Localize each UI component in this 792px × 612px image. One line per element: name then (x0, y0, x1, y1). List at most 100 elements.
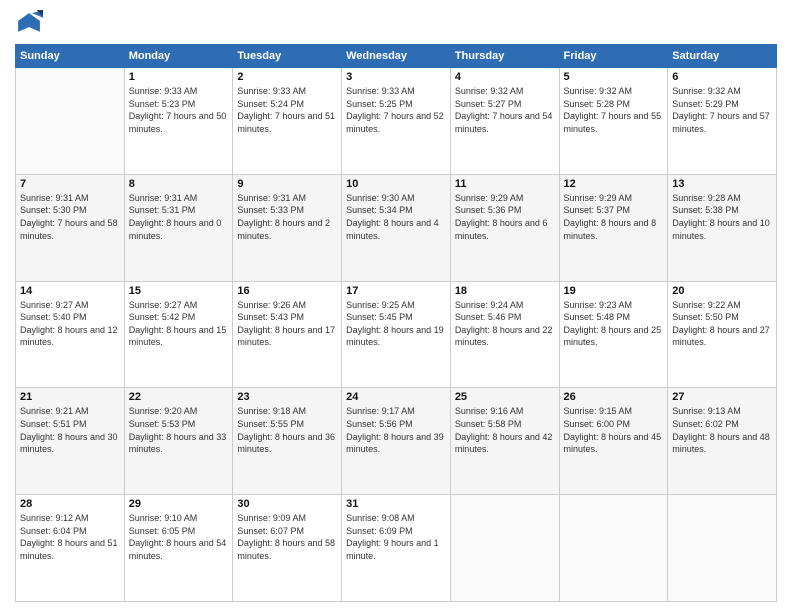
calendar-cell: 18 Sunrise: 9:24 AMSunset: 5:46 PMDayligh… (450, 281, 559, 388)
calendar-cell: 2Sunrise: 9:33 AMSunset: 5:24 PMDaylight… (233, 68, 342, 175)
day-number: 27 (672, 391, 772, 403)
logo (15, 10, 47, 38)
calendar-cell: 14 Sunrise: 9:27 AMSunset: 5:40 PMDayligh… (16, 281, 125, 388)
day-info: Sunrise: 9:12 AMSunset: 6:04 PMDaylight:… (20, 512, 120, 562)
day-number: 8 (129, 178, 229, 190)
day-number: 5 (564, 71, 664, 83)
day-number: 4 (455, 71, 555, 83)
generalblue-logo-icon (15, 10, 43, 38)
calendar-cell: 23 Sunrise: 9:18 AMSunset: 5:55 PMDayligh… (233, 388, 342, 495)
calendar-cell (559, 495, 668, 602)
calendar-cell: 19 Sunrise: 9:23 AMSunset: 5:48 PMDayligh… (559, 281, 668, 388)
day-info: Sunrise: 9:27 AMSunset: 5:42 PMDaylight:… (129, 299, 229, 349)
calendar-cell: 21Sunrise: 9:21 AMSunset: 5:51 PMDayligh… (16, 388, 125, 495)
day-info: Sunrise: 9:31 AMSunset: 5:30 PMDaylight:… (20, 192, 120, 242)
day-number: 24 (346, 391, 446, 403)
day-info: Sunrise: 9:27 AMSunset: 5:40 PMDaylight:… (20, 299, 120, 349)
calendar-cell (450, 495, 559, 602)
calendar-cell: 22Sunrise: 9:20 AMSunset: 5:53 PMDayligh… (124, 388, 233, 495)
day-number: 21 (20, 391, 120, 403)
day-number: 25 (455, 391, 555, 403)
day-info: Sunrise: 9:29 AMSunset: 5:37 PMDaylight:… (564, 192, 664, 242)
day-number: 13 (672, 178, 772, 190)
calendar-cell: 12 Sunrise: 9:29 AMSunset: 5:37 PMDayligh… (559, 174, 668, 281)
week-row-4: 21Sunrise: 9:21 AMSunset: 5:51 PMDayligh… (16, 388, 777, 495)
col-header-sunday: Sunday (16, 45, 125, 68)
week-row-2: 7 Sunrise: 9:31 AMSunset: 5:30 PMDaylight… (16, 174, 777, 281)
day-info: Sunrise: 9:09 AMSunset: 6:07 PMDaylight:… (237, 512, 337, 562)
calendar-cell: 13 Sunrise: 9:28 AMSunset: 5:38 PMDayligh… (668, 174, 777, 281)
day-info: Sunrise: 9:24 AMSunset: 5:46 PMDaylight:… (455, 299, 555, 349)
calendar-cell: 15 Sunrise: 9:27 AMSunset: 5:42 PMDayligh… (124, 281, 233, 388)
day-info: Sunrise: 9:18 AMSunset: 5:55 PMDaylight:… (237, 405, 337, 455)
calendar-cell: 10Sunrise: 9:30 AMSunset: 5:34 PMDayligh… (342, 174, 451, 281)
col-header-monday: Monday (124, 45, 233, 68)
header (15, 10, 777, 38)
page: SundayMondayTuesdayWednesdayThursdayFrid… (0, 0, 792, 612)
day-number: 14 (20, 285, 120, 297)
calendar-cell: 1 Sunrise: 9:33 AMSunset: 5:23 PMDaylight… (124, 68, 233, 175)
header-row: SundayMondayTuesdayWednesdayThursdayFrid… (16, 45, 777, 68)
day-info: Sunrise: 9:32 AMSunset: 5:29 PMDaylight:… (672, 85, 772, 135)
day-info: Sunrise: 9:29 AMSunset: 5:36 PMDaylight:… (455, 192, 555, 242)
day-number: 30 (237, 498, 337, 510)
calendar-cell: 16 Sunrise: 9:26 AMSunset: 5:43 PMDayligh… (233, 281, 342, 388)
day-number: 26 (564, 391, 664, 403)
day-number: 22 (129, 391, 229, 403)
day-number: 1 (129, 71, 229, 83)
calendar-cell: 26 Sunrise: 9:15 AMSunset: 6:00 PMDayligh… (559, 388, 668, 495)
calendar-cell: 24 Sunrise: 9:17 AMSunset: 5:56 PMDayligh… (342, 388, 451, 495)
calendar-cell: 27Sunrise: 9:13 AMSunset: 6:02 PMDayligh… (668, 388, 777, 495)
calendar-cell: 8 Sunrise: 9:31 AMSunset: 5:31 PMDaylight… (124, 174, 233, 281)
calendar-cell: 28 Sunrise: 9:12 AMSunset: 6:04 PMDayligh… (16, 495, 125, 602)
calendar-cell (16, 68, 125, 175)
week-row-1: 1 Sunrise: 9:33 AMSunset: 5:23 PMDaylight… (16, 68, 777, 175)
col-header-tuesday: Tuesday (233, 45, 342, 68)
calendar-cell (668, 495, 777, 602)
calendar-cell: 25 Sunrise: 9:16 AMSunset: 5:58 PMDayligh… (450, 388, 559, 495)
calendar-cell: 4 Sunrise: 9:32 AMSunset: 5:27 PMDaylight… (450, 68, 559, 175)
day-info: Sunrise: 9:28 AMSunset: 5:38 PMDaylight:… (672, 192, 772, 242)
day-number: 31 (346, 498, 446, 510)
day-info: Sunrise: 9:22 AMSunset: 5:50 PMDaylight:… (672, 299, 772, 349)
col-header-wednesday: Wednesday (342, 45, 451, 68)
col-header-thursday: Thursday (450, 45, 559, 68)
day-number: 18 (455, 285, 555, 297)
calendar-cell: 20Sunrise: 9:22 AMSunset: 5:50 PMDayligh… (668, 281, 777, 388)
day-number: 6 (672, 71, 772, 83)
day-info: Sunrise: 9:10 AMSunset: 6:05 PMDaylight:… (129, 512, 229, 562)
day-number: 23 (237, 391, 337, 403)
day-number: 29 (129, 498, 229, 510)
day-info: Sunrise: 9:33 AMSunset: 5:23 PMDaylight:… (129, 85, 229, 135)
week-row-3: 14 Sunrise: 9:27 AMSunset: 5:40 PMDayligh… (16, 281, 777, 388)
day-info: Sunrise: 9:31 AMSunset: 5:31 PMDaylight:… (129, 192, 229, 242)
day-number: 15 (129, 285, 229, 297)
day-info: Sunrise: 9:16 AMSunset: 5:58 PMDaylight:… (455, 405, 555, 455)
day-number: 28 (20, 498, 120, 510)
day-info: Sunrise: 9:32 AMSunset: 5:27 PMDaylight:… (455, 85, 555, 135)
day-info: Sunrise: 9:17 AMSunset: 5:56 PMDaylight:… (346, 405, 446, 455)
day-number: 19 (564, 285, 664, 297)
col-header-saturday: Saturday (668, 45, 777, 68)
col-header-friday: Friday (559, 45, 668, 68)
day-number: 16 (237, 285, 337, 297)
day-info: Sunrise: 9:26 AMSunset: 5:43 PMDaylight:… (237, 299, 337, 349)
day-info: Sunrise: 9:30 AMSunset: 5:34 PMDaylight:… (346, 192, 446, 242)
day-number: 11 (455, 178, 555, 190)
calendar-cell: 31Sunrise: 9:08 AMSunset: 6:09 PMDayligh… (342, 495, 451, 602)
calendar-cell: 9Sunrise: 9:31 AMSunset: 5:33 PMDaylight… (233, 174, 342, 281)
calendar-table: SundayMondayTuesdayWednesdayThursdayFrid… (15, 44, 777, 602)
day-number: 12 (564, 178, 664, 190)
calendar-cell: 11 Sunrise: 9:29 AMSunset: 5:36 PMDayligh… (450, 174, 559, 281)
day-number: 7 (20, 178, 120, 190)
calendar-cell: 7 Sunrise: 9:31 AMSunset: 5:30 PMDaylight… (16, 174, 125, 281)
day-info: Sunrise: 9:32 AMSunset: 5:28 PMDaylight:… (564, 85, 664, 135)
day-info: Sunrise: 9:15 AMSunset: 6:00 PMDaylight:… (564, 405, 664, 455)
day-number: 17 (346, 285, 446, 297)
calendar-cell: 6 Sunrise: 9:32 AMSunset: 5:29 PMDaylight… (668, 68, 777, 175)
day-info: Sunrise: 9:23 AMSunset: 5:48 PMDaylight:… (564, 299, 664, 349)
day-number: 3 (346, 71, 446, 83)
week-row-5: 28 Sunrise: 9:12 AMSunset: 6:04 PMDayligh… (16, 495, 777, 602)
day-info: Sunrise: 9:33 AMSunset: 5:25 PMDaylight:… (346, 85, 446, 135)
calendar-cell: 17Sunrise: 9:25 AMSunset: 5:45 PMDayligh… (342, 281, 451, 388)
